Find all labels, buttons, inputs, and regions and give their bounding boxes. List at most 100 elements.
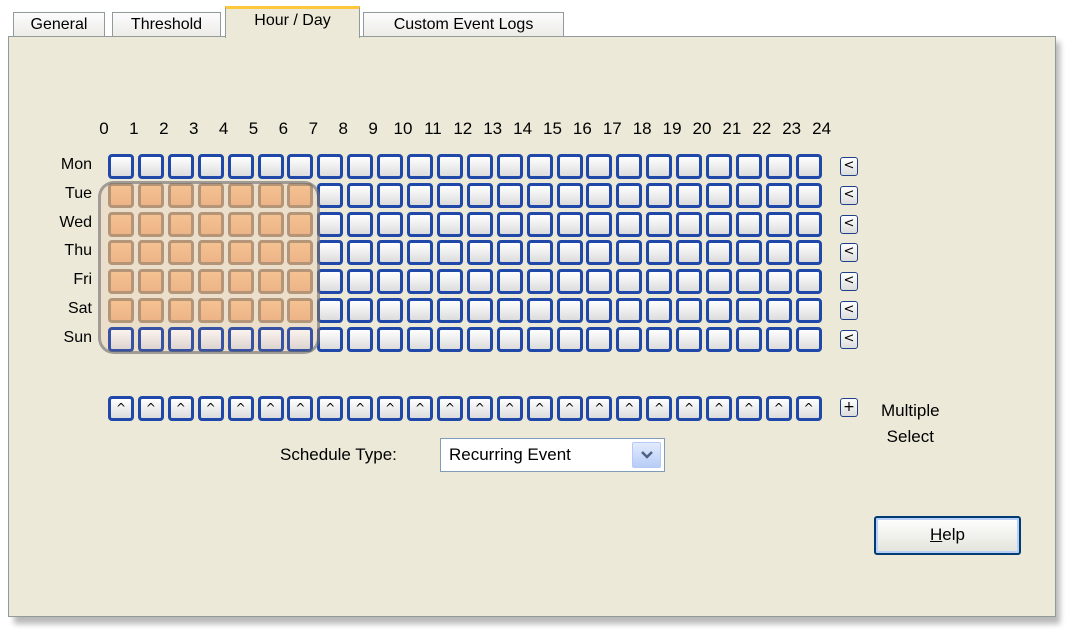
schedule-cell-mon-21[interactable] [735, 154, 762, 179]
schedule-cell-sat-7[interactable] [317, 298, 344, 323]
schedule-cell-fri-14[interactable] [526, 269, 553, 295]
schedule-cell-wed-6[interactable] [287, 211, 314, 237]
schedule-cell-thu-13[interactable] [496, 240, 523, 266]
select-column-20-button[interactable]: ^ [706, 396, 732, 421]
select-column-2-button[interactable]: ^ [167, 396, 194, 421]
tab-hour-day[interactable]: Hour / Day [225, 6, 360, 38]
schedule-cell-sun-13[interactable] [496, 326, 523, 352]
schedule-cell-mon-23[interactable] [795, 154, 822, 179]
schedule-cell-fri-12[interactable] [466, 269, 493, 295]
schedule-cell-fri-22[interactable] [765, 269, 792, 295]
schedule-cell-tue-4[interactable] [227, 182, 254, 208]
schedule-cell-thu-8[interactable] [347, 240, 374, 266]
schedule-cell-tue-5[interactable] [257, 182, 284, 208]
schedule-cell-sun-16[interactable] [586, 326, 613, 352]
schedule-cell-tue-13[interactable] [496, 182, 523, 208]
schedule-cell-sun-7[interactable] [317, 326, 344, 352]
schedule-cell-fri-11[interactable] [436, 269, 463, 295]
select-column-6-button[interactable]: ^ [287, 396, 314, 421]
schedule-cell-sun-22[interactable] [765, 326, 792, 352]
schedule-cell-wed-7[interactable] [317, 211, 344, 237]
schedule-cell-thu-2[interactable] [167, 240, 194, 266]
schedule-cell-sat-5[interactable] [257, 298, 284, 323]
schedule-cell-sat-2[interactable] [167, 298, 194, 323]
schedule-cell-sun-19[interactable] [676, 326, 703, 352]
schedule-cell-sat-19[interactable] [676, 298, 703, 323]
schedule-cell-wed-15[interactable] [556, 211, 583, 237]
select-column-3-button[interactable]: ^ [197, 396, 224, 421]
schedule-cell-tue-2[interactable] [167, 182, 194, 208]
select-column-9-button[interactable]: ^ [377, 396, 404, 421]
schedule-cell-wed-11[interactable] [436, 211, 463, 237]
schedule-cell-tue-21[interactable] [735, 182, 762, 208]
schedule-cell-sat-23[interactable] [795, 298, 822, 323]
schedule-cell-thu-12[interactable] [466, 240, 493, 266]
schedule-cell-wed-1[interactable] [137, 211, 164, 237]
schedule-cell-sat-6[interactable] [287, 298, 314, 323]
schedule-cell-sat-15[interactable] [556, 298, 583, 323]
schedule-cell-mon-19[interactable] [676, 154, 703, 179]
schedule-cell-sun-15[interactable] [556, 326, 583, 352]
select-column-14-button[interactable]: ^ [526, 396, 553, 421]
multiple-select-button[interactable]: + [840, 398, 858, 417]
select-row-wed-button[interactable]: < [840, 214, 858, 234]
schedule-cell-fri-20[interactable] [706, 269, 732, 295]
schedule-cell-thu-1[interactable] [137, 240, 164, 266]
schedule-cell-mon-7[interactable] [317, 154, 344, 179]
schedule-cell-tue-20[interactable] [706, 182, 732, 208]
schedule-cell-tue-23[interactable] [795, 182, 822, 208]
schedule-cell-wed-2[interactable] [167, 211, 194, 237]
schedule-cell-thu-19[interactable] [676, 240, 703, 266]
schedule-cell-wed-23[interactable] [795, 211, 822, 237]
schedule-cell-sat-1[interactable] [137, 298, 164, 323]
schedule-cell-thu-9[interactable] [377, 240, 404, 266]
tab-custom-event-logs[interactable]: Custom Event Logs [363, 12, 564, 37]
schedule-cell-thu-20[interactable] [706, 240, 732, 266]
schedule-cell-fri-16[interactable] [586, 269, 613, 295]
schedule-cell-tue-6[interactable] [287, 182, 314, 208]
schedule-cell-fri-1[interactable] [137, 269, 164, 295]
schedule-cell-sat-17[interactable] [616, 298, 643, 323]
schedule-cell-wed-8[interactable] [347, 211, 374, 237]
schedule-cell-mon-18[interactable] [646, 154, 673, 179]
select-column-17-button[interactable]: ^ [616, 396, 643, 421]
schedule-cell-tue-16[interactable] [586, 182, 613, 208]
schedule-cell-mon-9[interactable] [377, 154, 404, 179]
schedule-cell-fri-8[interactable] [347, 269, 374, 295]
schedule-cell-sun-20[interactable] [706, 326, 732, 352]
schedule-cell-thu-0[interactable] [108, 240, 134, 266]
schedule-cell-fri-10[interactable] [407, 269, 433, 295]
schedule-cell-thu-10[interactable] [407, 240, 433, 266]
schedule-cell-sat-14[interactable] [526, 298, 553, 323]
schedule-cell-tue-22[interactable] [765, 182, 792, 208]
schedule-cell-fri-7[interactable] [317, 269, 344, 295]
schedule-cell-tue-14[interactable] [526, 182, 553, 208]
schedule-cell-wed-5[interactable] [257, 211, 284, 237]
schedule-cell-wed-22[interactable] [765, 211, 792, 237]
schedule-cell-sun-10[interactable] [407, 326, 433, 352]
schedule-cell-sat-22[interactable] [765, 298, 792, 323]
schedule-cell-sat-4[interactable] [227, 298, 254, 323]
schedule-cell-thu-22[interactable] [765, 240, 792, 266]
schedule-cell-wed-18[interactable] [646, 211, 673, 237]
schedule-cell-tue-10[interactable] [407, 182, 433, 208]
select-column-15-button[interactable]: ^ [556, 396, 583, 421]
schedule-cell-fri-21[interactable] [735, 269, 762, 295]
schedule-cell-mon-2[interactable] [167, 154, 194, 179]
schedule-cell-fri-2[interactable] [167, 269, 194, 295]
schedule-cell-mon-3[interactable] [197, 154, 224, 179]
dropdown-arrow-button[interactable] [632, 442, 661, 468]
schedule-cell-tue-3[interactable] [197, 182, 224, 208]
schedule-cell-wed-19[interactable] [676, 211, 703, 237]
schedule-cell-tue-7[interactable] [317, 182, 344, 208]
select-column-0-button[interactable]: ^ [108, 396, 134, 421]
schedule-cell-mon-17[interactable] [616, 154, 643, 179]
select-column-11-button[interactable]: ^ [436, 396, 463, 421]
schedule-cell-tue-11[interactable] [436, 182, 463, 208]
schedule-cell-thu-23[interactable] [795, 240, 822, 266]
schedule-cell-fri-0[interactable] [108, 269, 134, 295]
schedule-cell-sat-16[interactable] [586, 298, 613, 323]
schedule-cell-mon-22[interactable] [765, 154, 792, 179]
schedule-cell-sun-17[interactable] [616, 326, 643, 352]
schedule-cell-sun-8[interactable] [347, 326, 374, 352]
